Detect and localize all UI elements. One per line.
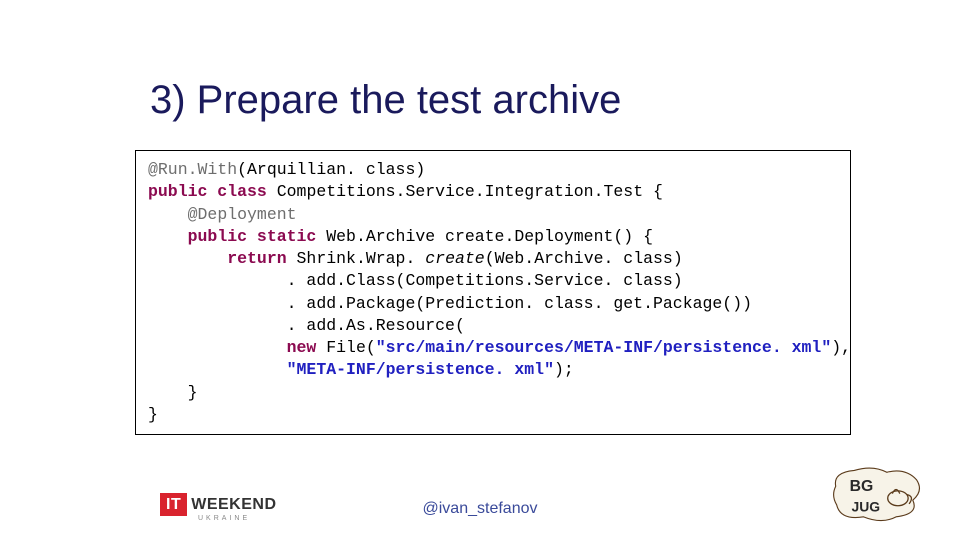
- code-annotation: @Run.With: [148, 160, 237, 179]
- code-keyword: public class: [148, 182, 277, 201]
- code-keyword: new: [287, 338, 327, 357]
- code-text: Shrink.Wrap.: [297, 249, 426, 268]
- ukraine-text: UKRAINE: [198, 515, 277, 522]
- code-text: . add.Class(Competitions.Service. class): [287, 271, 683, 290]
- code-annotation: @Deployment: [188, 205, 297, 224]
- it-box-icon: IT: [160, 493, 187, 516]
- code-text: }: [188, 383, 198, 402]
- code-keyword: public static: [188, 227, 327, 246]
- it-weekend-logo: ITWEEKEND UKRAINE: [160, 496, 277, 522]
- code-text: . add.As.Resource(: [287, 316, 465, 335]
- code-text: }: [148, 405, 158, 424]
- code-string: "src/main/resources/META-INF/persistence…: [376, 338, 831, 357]
- code-text: (Arquillian. class): [237, 160, 425, 179]
- code-text: Competitions.Service.Integration.Test {: [277, 182, 663, 201]
- slide-title: 3) Prepare the test archive: [150, 78, 621, 123]
- bgjug-jug-text: JUG: [852, 498, 881, 514]
- code-text: (Web.Archive. class): [485, 249, 683, 268]
- weekend-text: WEEKEND: [191, 496, 276, 513]
- code-text: ),: [831, 338, 851, 357]
- bg-jug-logo: BG JUG: [830, 463, 925, 528]
- code-text: . add.Package(Prediction. class. get.Pac…: [287, 294, 752, 313]
- code-string: "META-INF/persistence. xml": [287, 360, 554, 379]
- bgjug-bg-text: BG: [850, 478, 874, 495]
- code-static-call: create: [425, 249, 484, 268]
- code-text: Web.Archive create.Deployment() {: [326, 227, 653, 246]
- twitter-handle: @ivan_stefanov: [423, 500, 538, 518]
- code-block: @Run.With(Arquillian. class) public clas…: [135, 150, 851, 435]
- code-keyword: return: [227, 249, 296, 268]
- code-text: File(: [326, 338, 376, 357]
- code-text: );: [554, 360, 574, 379]
